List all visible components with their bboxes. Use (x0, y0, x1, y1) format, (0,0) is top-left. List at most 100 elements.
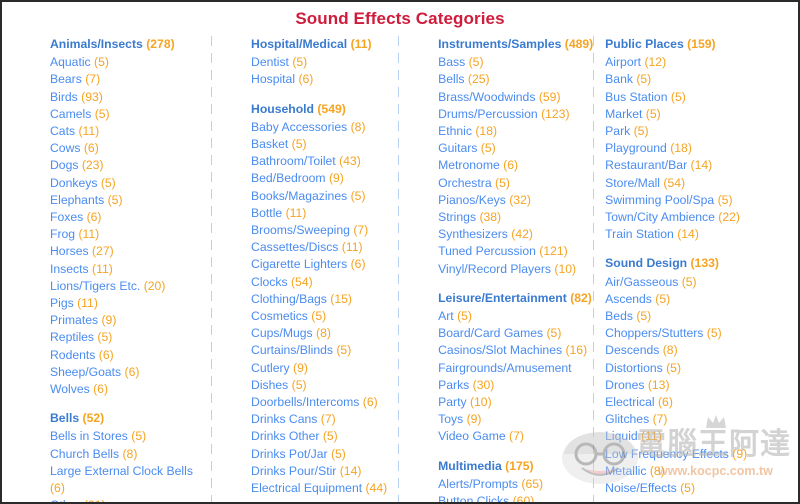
category-item[interactable]: Pianos/Keys (32) (438, 192, 593, 209)
category-group-heading[interactable]: Household (549) (251, 101, 398, 118)
category-item[interactable]: Curtains/Blinds (5) (251, 342, 398, 359)
category-item[interactable]: Large External Clock Bells (6) (50, 463, 211, 497)
category-item[interactable]: Reptiles (5) (50, 329, 211, 346)
category-item[interactable]: Hospital (6) (251, 71, 398, 88)
category-item[interactable]: Cows (6) (50, 140, 211, 157)
category-item[interactable]: Bed/Bedroom (9) (251, 170, 398, 187)
category-item[interactable]: Dishes (5) (251, 377, 398, 394)
category-item[interactable]: Swimming Pool/Spa (5) (605, 192, 792, 209)
category-item[interactable]: Vinyl/Record Players (10) (438, 261, 593, 278)
category-item[interactable]: Distortions (5) (605, 360, 792, 377)
category-item[interactable]: Button Clicks (60) (438, 493, 593, 502)
category-item[interactable]: Video Game (7) (438, 428, 593, 445)
category-item[interactable]: Market (5) (605, 106, 792, 123)
category-item[interactable]: Synthesizers (42) (438, 226, 593, 243)
category-item[interactable]: Bottle (11) (251, 205, 398, 222)
category-item[interactable]: Basket (5) (251, 136, 398, 153)
category-item[interactable]: Guitars (5) (438, 140, 593, 157)
category-item[interactable]: Bells (25) (438, 71, 593, 88)
category-group-heading[interactable]: Public Places (159) (605, 36, 792, 53)
category-item[interactable]: Cups/Mugs (8) (251, 325, 398, 342)
category-item[interactable]: Electrical (6) (605, 394, 792, 411)
category-item[interactable]: Noise/Effects (5) (605, 480, 792, 497)
category-item[interactable]: Party (10) (438, 394, 593, 411)
category-item[interactable]: Metronome (6) (438, 157, 593, 174)
category-item[interactable]: Sheep/Goats (6) (50, 364, 211, 381)
category-item[interactable]: Electrical Equipment (44) (251, 480, 398, 497)
category-item[interactable]: Drums/Percussion (123) (438, 106, 593, 123)
category-group-heading[interactable]: Animals/Insects (278) (50, 36, 211, 53)
category-item[interactable]: Bass (5) (438, 54, 593, 71)
category-item[interactable]: Ascends (5) (605, 291, 792, 308)
category-group-heading[interactable]: Hospital/Medical (11) (251, 36, 398, 53)
category-group-heading[interactable]: Instruments/Samples (489) (438, 36, 593, 53)
category-item[interactable]: Train Station (14) (605, 226, 792, 243)
category-item[interactable]: Rodents (6) (50, 347, 211, 364)
category-item[interactable]: Bathroom/Toilet (43) (251, 153, 398, 170)
category-item[interactable]: Toys (9) (438, 411, 593, 428)
category-item[interactable]: Board/Card Games (5) (438, 325, 593, 342)
category-item[interactable]: Bank (5) (605, 71, 792, 88)
category-item[interactable]: Drinks Pour/Stir (14) (251, 463, 398, 480)
category-item[interactable]: Frog (11) (50, 226, 211, 243)
category-item[interactable]: Ethnic (18) (438, 123, 593, 140)
category-item[interactable]: Choppers/Stutters (5) (605, 325, 792, 342)
category-group-heading[interactable]: Multimedia (175) (438, 458, 593, 475)
category-item[interactable]: Brass/Woodwinds (59) (438, 89, 593, 106)
category-item[interactable]: Low Frequency Effects (9) (605, 446, 792, 463)
category-item[interactable]: Fairgrounds/Amusement Parks (30) (438, 360, 593, 394)
category-item[interactable]: Glitches (7) (605, 411, 792, 428)
category-item[interactable]: Cigarette Lighters (6) (251, 256, 398, 273)
category-item[interactable]: Insects (11) (50, 261, 211, 278)
category-group-heading[interactable]: Sound Design (133) (605, 255, 792, 272)
category-item[interactable]: Drinks Cans (7) (251, 411, 398, 428)
category-item[interactable]: Air/Gasseous (5) (605, 274, 792, 291)
category-item[interactable]: Orchestra (5) (438, 175, 593, 192)
category-item[interactable]: Strings (38) (438, 209, 593, 226)
category-item[interactable]: Wolves (6) (50, 381, 211, 398)
category-item[interactable]: Primates (9) (50, 312, 211, 329)
category-item[interactable]: Town/City Ambience (22) (605, 209, 792, 226)
category-item[interactable]: Metallic (8) (605, 463, 792, 480)
category-item[interactable]: Alerts/Prompts (65) (438, 476, 593, 493)
category-item[interactable]: Camels (5) (50, 106, 211, 123)
category-item[interactable]: Store/Mall (54) (605, 175, 792, 192)
category-item[interactable]: Cosmetics (5) (251, 308, 398, 325)
category-item[interactable]: Casinos/Slot Machines (16) (438, 342, 593, 359)
category-item[interactable]: Drinks Pot/Jar (5) (251, 446, 398, 463)
category-item[interactable]: Cutlery (9) (251, 360, 398, 377)
category-item[interactable]: Liquid (11) (605, 428, 792, 445)
category-item[interactable]: Donkeys (5) (50, 175, 211, 192)
category-item[interactable]: Drones (13) (605, 377, 792, 394)
category-item[interactable]: Aquatic (5) (50, 54, 211, 71)
category-group-heading[interactable]: Leisure/Entertainment (82) (438, 290, 593, 307)
category-item[interactable]: Park (5) (605, 123, 792, 140)
category-item[interactable]: Doorbells/Intercoms (6) (251, 394, 398, 411)
category-item[interactable]: Bus Station (5) (605, 89, 792, 106)
category-item[interactable]: Dentist (5) (251, 54, 398, 71)
category-item[interactable]: Pigs (11) (50, 295, 211, 312)
category-item[interactable]: Other (21) (50, 497, 211, 502)
category-item[interactable]: Drinks Other (5) (251, 428, 398, 445)
category-item[interactable]: Descends (8) (605, 342, 792, 359)
category-item[interactable]: Tuned Percussion (121) (438, 243, 593, 260)
category-group-heading[interactable]: Bells (52) (50, 410, 211, 427)
category-item[interactable]: Cats (11) (50, 123, 211, 140)
category-item[interactable]: Bears (7) (50, 71, 211, 88)
category-item[interactable]: Church Bells (8) (50, 446, 211, 463)
category-item[interactable]: Dogs (23) (50, 157, 211, 174)
category-item[interactable]: Art (5) (438, 308, 593, 325)
category-item[interactable]: Foxes (6) (50, 209, 211, 226)
category-item[interactable]: Horses (27) (50, 243, 211, 260)
category-item[interactable]: Cassettes/Discs (11) (251, 239, 398, 256)
category-item[interactable]: Elephants (5) (50, 192, 211, 209)
category-item[interactable]: Brooms/Sweeping (7) (251, 222, 398, 239)
category-item[interactable]: Playground (18) (605, 140, 792, 157)
category-item[interactable]: Restaurant/Bar (14) (605, 157, 792, 174)
category-item[interactable]: Books/Magazines (5) (251, 188, 398, 205)
category-item[interactable]: Birds (93) (50, 89, 211, 106)
category-item[interactable]: Bells in Stores (5) (50, 428, 211, 445)
category-item[interactable]: Baby Accessories (8) (251, 119, 398, 136)
category-item[interactable]: Lions/Tigers Etc. (20) (50, 278, 211, 295)
category-item[interactable]: Beds (5) (605, 308, 792, 325)
